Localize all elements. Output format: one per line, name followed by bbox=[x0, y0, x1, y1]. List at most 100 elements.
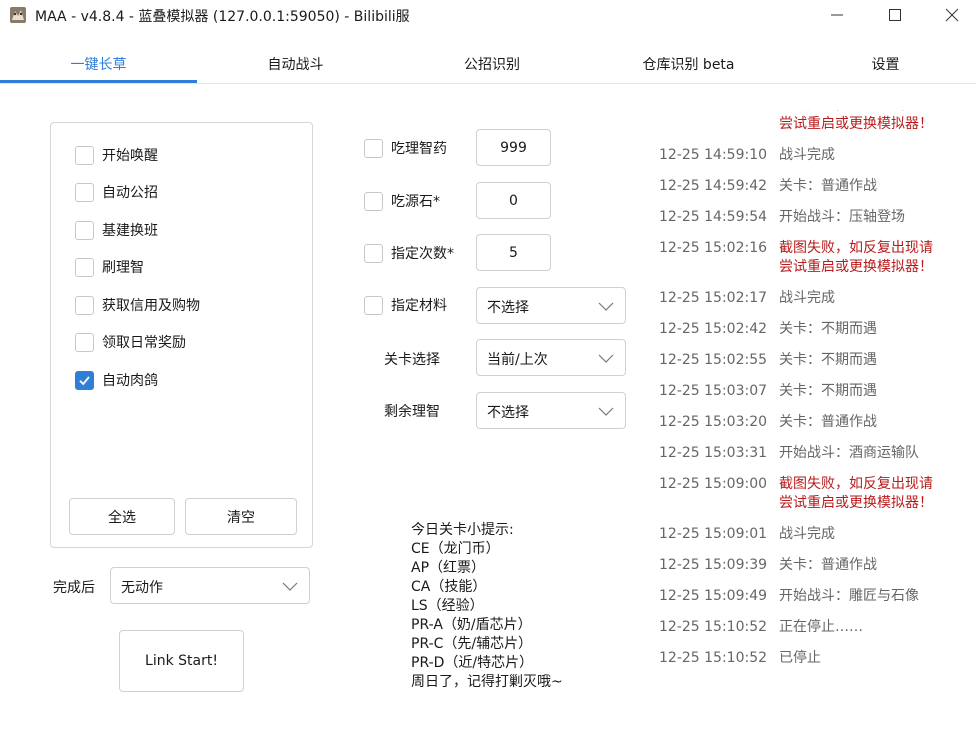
medicine-checkbox[interactable] bbox=[364, 138, 383, 158]
log-entry: 12-25 15:02:55 关卡：不期而遇 bbox=[645, 345, 976, 376]
log-entry: 12-25 15:03:20 关卡：普通作战 bbox=[645, 407, 976, 438]
material-value: 不选择 bbox=[487, 300, 529, 316]
clear-button[interactable]: 清空 bbox=[185, 498, 297, 535]
task-checkbox[interactable] bbox=[75, 220, 94, 240]
medicine-row[interactable]: 吃理智药 bbox=[364, 138, 447, 158]
log-entry: 12-25 15:02:16 截图失败，如反复出现请 尝试重启或更换模拟器！ bbox=[645, 233, 976, 283]
log-error-message: 截图失败，如反复出现请 尝试重启或更换模拟器！ bbox=[779, 110, 933, 132]
log-panel[interactable]: 12-25 14:59:09截图失败，如反复出现请 尝试重启或更换模拟器！12-… bbox=[645, 110, 976, 732]
log-time: 12-25 15:10:52 bbox=[659, 650, 768, 666]
tip-line: PR-A（奶/盾芯片） bbox=[411, 617, 532, 633]
log-entry: 12-25 15:03:31 开始战斗：酒商运输队 bbox=[645, 438, 976, 469]
log-message: 关卡：普通作战 bbox=[779, 557, 877, 573]
chevron-down-icon bbox=[598, 302, 614, 311]
task-label: 自动公招 bbox=[102, 185, 158, 201]
task-item-recruit[interactable]: 自动公招 bbox=[75, 180, 158, 204]
task-checkbox[interactable] bbox=[75, 295, 94, 315]
tip-line: CE（龙门币） bbox=[411, 541, 500, 557]
tip-line: PR-D（近/特芯片） bbox=[411, 655, 534, 671]
log-message: 关卡：普通作战 bbox=[779, 414, 877, 430]
log-time: 12-25 15:03:31 bbox=[659, 445, 768, 461]
log-message: 开始战斗：压轴登场 bbox=[779, 209, 905, 225]
log-time: 12-25 15:03:07 bbox=[659, 383, 768, 399]
log-time: 12-25 14:59:10 bbox=[659, 147, 768, 163]
tip-line: CA（技能） bbox=[411, 579, 487, 595]
stone-label: 吃源石* bbox=[391, 194, 440, 210]
tab-depot[interactable]: 仓库识别 beta bbox=[590, 44, 787, 84]
tip-line: 今日关卡小提示: bbox=[411, 522, 514, 538]
task-label: 自动肉鸽 bbox=[102, 373, 158, 389]
stage-label: 关卡选择 bbox=[384, 352, 440, 368]
log-message: 战斗完成 bbox=[779, 526, 835, 542]
task-item-award[interactable]: 领取日常奖励 bbox=[75, 330, 186, 354]
times-row[interactable]: 指定次数* bbox=[364, 243, 454, 263]
medicine-input[interactable] bbox=[476, 129, 551, 166]
checkmark-icon bbox=[79, 375, 90, 385]
stone-row[interactable]: 吃源石* bbox=[364, 191, 440, 211]
task-item-fight[interactable]: 刷理智 bbox=[75, 255, 144, 279]
stage-tips: 今日关卡小提示: CE（龙门币） AP（红票） CA（技能） LS（经验） PR… bbox=[411, 521, 641, 692]
task-item-roguelike[interactable]: 自动肉鸽 bbox=[75, 368, 158, 392]
task-item-mall[interactable]: 获取信用及购物 bbox=[75, 293, 200, 317]
minimize-button[interactable] bbox=[812, 0, 862, 30]
tab-one-key[interactable]: 一键长草 bbox=[0, 44, 197, 84]
minimize-icon bbox=[831, 14, 843, 16]
close-button[interactable] bbox=[927, 0, 976, 30]
log-list: 12-25 14:59:09截图失败，如反复出现请 尝试重启或更换模拟器！12-… bbox=[645, 110, 976, 674]
stage-select[interactable]: 当前/上次 bbox=[476, 339, 626, 376]
after-complete-label: 完成后 bbox=[53, 580, 95, 596]
log-entry: 12-25 14:59:09截图失败，如反复出现请 尝试重启或更换模拟器！ bbox=[645, 110, 976, 140]
select-all-button[interactable]: 全选 bbox=[69, 498, 175, 535]
stage-row: 关卡选择 bbox=[384, 349, 440, 369]
log-entry: 12-25 14:59:10 战斗完成 bbox=[645, 140, 976, 171]
task-list-panel: 开始唤醒 自动公招 基建换班 刷理智 获取信用及购物 领取日常奖励 自动肉鸽 全… bbox=[50, 122, 313, 548]
log-entry: 12-25 15:09:39 关卡：普通作战 bbox=[645, 550, 976, 581]
task-item-infrast[interactable]: 基建换班 bbox=[75, 218, 158, 242]
times-checkbox[interactable] bbox=[364, 243, 383, 263]
task-checkbox[interactable] bbox=[75, 332, 94, 352]
log-time: 12-25 14:59:09 bbox=[659, 110, 779, 134]
active-tab-indicator bbox=[0, 80, 197, 83]
tab-recruit[interactable]: 公招识别 bbox=[394, 44, 590, 84]
log-message: 关卡：普通作战 bbox=[779, 178, 877, 194]
after-complete-select[interactable]: 无动作 bbox=[110, 567, 310, 604]
log-entry: 12-25 15:09:01 战斗完成 bbox=[645, 519, 976, 550]
material-row[interactable]: 指定材料 bbox=[364, 295, 447, 315]
log-time: 12-25 15:10:52 bbox=[659, 619, 768, 635]
remaining-select[interactable]: 不选择 bbox=[476, 392, 626, 429]
material-checkbox[interactable] bbox=[364, 295, 383, 315]
maximize-icon bbox=[889, 9, 901, 21]
after-complete-row: 完成后 bbox=[53, 577, 95, 597]
task-checkbox[interactable] bbox=[75, 182, 94, 202]
stone-checkbox[interactable] bbox=[364, 191, 383, 211]
log-time: 12-25 14:59:54 bbox=[659, 209, 768, 225]
task-item-start-up[interactable]: 开始唤醒 bbox=[75, 143, 158, 167]
tip-line: 周日了，记得打剿灭哦~ bbox=[411, 674, 563, 690]
material-label: 指定材料 bbox=[391, 298, 447, 314]
task-checkbox[interactable] bbox=[75, 145, 94, 165]
medicine-label: 吃理智药 bbox=[391, 141, 447, 157]
remaining-row: 剩余理智 bbox=[384, 401, 440, 421]
after-complete-value: 无动作 bbox=[121, 580, 163, 596]
link-start-button[interactable]: Link Start! bbox=[119, 630, 244, 692]
task-label: 领取日常奖励 bbox=[102, 335, 186, 351]
stone-input[interactable] bbox=[476, 182, 551, 219]
log-time: 12-25 15:02:17 bbox=[659, 290, 768, 306]
chevron-down-icon bbox=[282, 582, 298, 591]
log-message: 开始战斗：酒商运输队 bbox=[779, 445, 919, 461]
log-message: 关卡：不期而遇 bbox=[779, 383, 877, 399]
tab-settings[interactable]: 设置 bbox=[787, 44, 976, 84]
log-time: 12-25 15:02:55 bbox=[659, 352, 768, 368]
log-time: 12-25 15:03:20 bbox=[659, 414, 768, 430]
task-checkbox[interactable] bbox=[75, 257, 94, 277]
log-entry: 12-25 15:09:00 截图失败，如反复出现请 尝试重启或更换模拟器！ bbox=[645, 469, 976, 519]
log-entry: 12-25 14:59:54 开始战斗：压轴登场 bbox=[645, 202, 976, 233]
maximize-button[interactable] bbox=[870, 0, 920, 30]
remaining-value: 不选择 bbox=[487, 405, 529, 421]
times-input[interactable] bbox=[476, 234, 551, 271]
log-message: 关卡：不期而遇 bbox=[779, 352, 877, 368]
task-checkbox-checked[interactable] bbox=[75, 370, 94, 390]
tab-auto-battle[interactable]: 自动战斗 bbox=[197, 44, 394, 84]
main-tab-bar: 一键长草 自动战斗 公招识别 仓库识别 beta 设置 bbox=[0, 44, 976, 84]
material-select[interactable]: 不选择 bbox=[476, 287, 626, 324]
